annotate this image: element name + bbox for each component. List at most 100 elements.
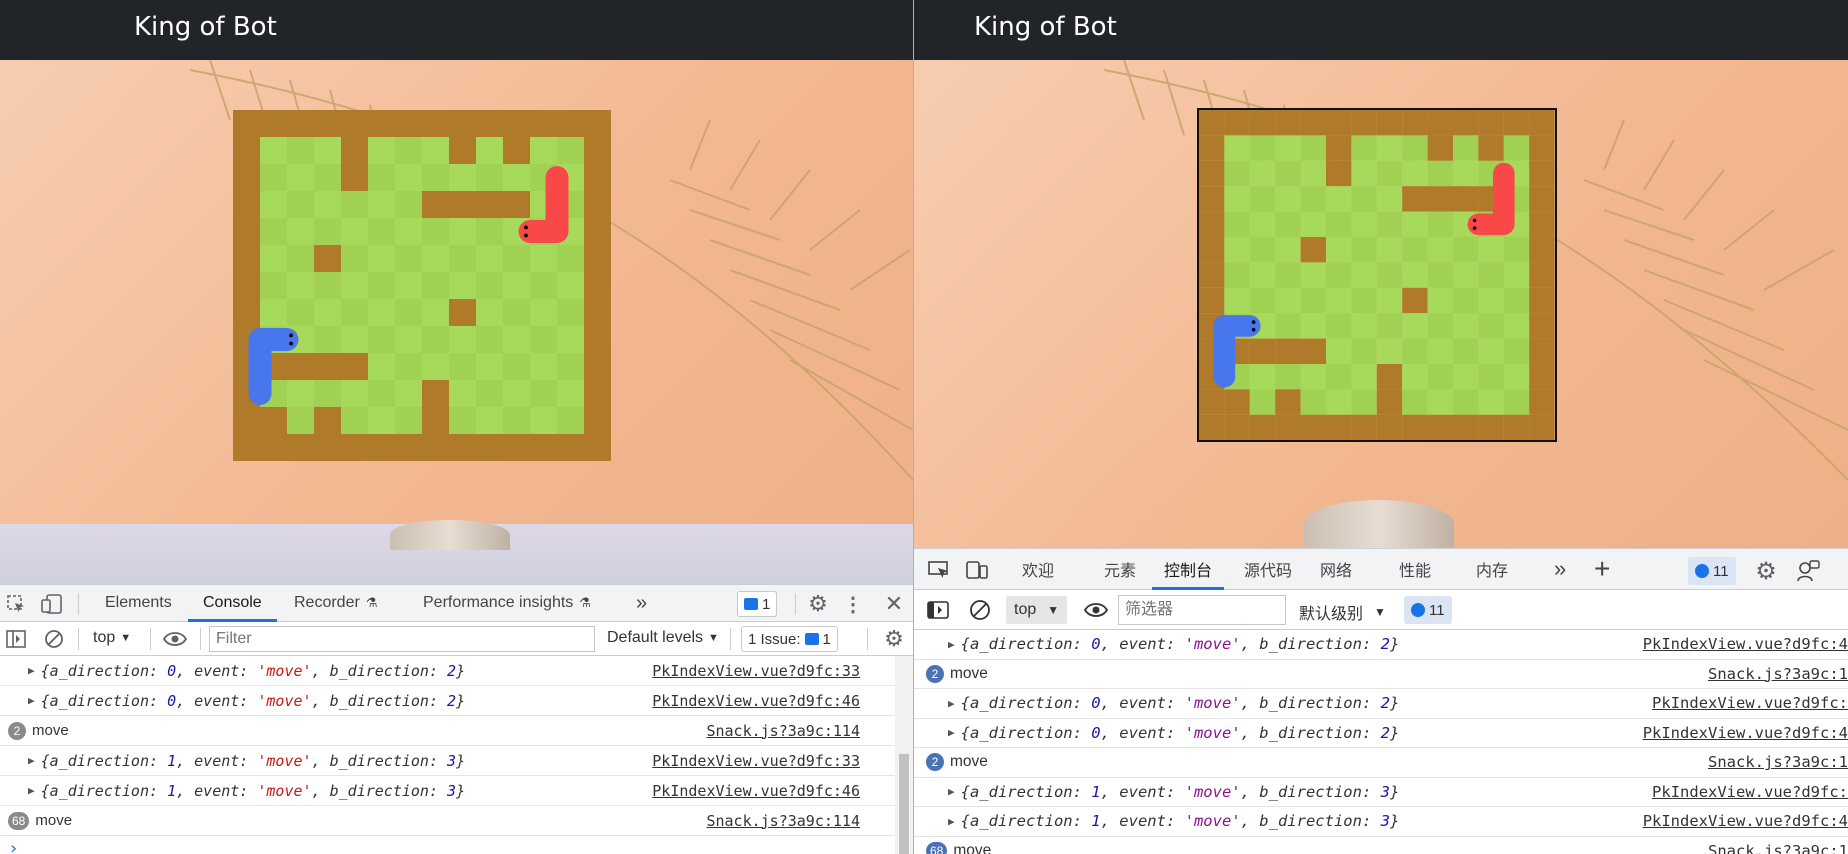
expand-caret-icon[interactable]: ▶ [948,785,955,798]
more-tabs-icon[interactable]: » [636,585,647,621]
tab-elements[interactable]: 元素 [1104,549,1136,589]
context-selector[interactable]: top ▼ [93,629,131,647]
source-link[interactable]: PkIndexView.vue?d9fc:4 [1643,724,1848,742]
app-brand[interactable]: King of Bot [974,12,1117,42]
wall-cell [1529,287,1555,314]
close-icon[interactable]: ✕ [882,591,906,616]
console-object-row[interactable]: ▶ {a_direction: 0, event: 'move', b_direc… [914,630,1848,660]
tab-console[interactable]: 控制台 [1152,549,1225,590]
wall-cell [287,110,314,137]
expand-caret-icon[interactable]: ▶ [28,784,35,797]
source-link[interactable]: Snack.js?3a9c:114 [706,722,860,740]
repeat-count-badge: 2 [926,753,944,772]
source-link[interactable]: PkIndexView.vue?d9fc:4 [1643,812,1848,830]
tab-sources[interactable]: 源代码 [1244,549,1292,589]
source-link[interactable]: PkIndexView.vue?d9fc:33 [652,752,860,770]
issues-counter-button[interactable]: 11 [1404,596,1452,624]
log-levels-dropdown[interactable]: 默认级别 ▼ [1299,600,1386,624]
console-object-row[interactable]: ▶ {a_direction: 1, event: 'move', b_direc… [914,778,1848,807]
source-link[interactable]: PkIndexView.vue?d9fc:4 [1643,635,1848,653]
grass-cell [1503,338,1530,364]
console-object-row[interactable]: ▶ {a_direction: 0, event: 'move', b_direc… [914,689,1848,719]
source-link[interactable]: PkIndexView.vue?d9fc:46 [652,782,860,800]
console-object-row[interactable]: ▶ {a_direction: 1, event: 'move', b_direc… [0,776,895,806]
device-toolbar-icon[interactable] [40,592,64,616]
console-object-row[interactable]: ▶ {a_direction: 1, event: 'move', b_direc… [914,807,1848,837]
add-tool-icon[interactable]: + [1594,549,1610,589]
device-emulation-icon[interactable] [964,558,990,582]
console-object-row[interactable]: ▶ {a_direction: 0, event: 'move', b_direc… [914,719,1848,748]
console-object-row[interactable]: ▶ {a_direction: 1, event: 'move', b_direc… [0,746,895,776]
grass-cell [314,191,341,218]
tab-performance[interactable]: 性能 [1399,549,1431,589]
sidebar-toggle-icon[interactable] [4,627,28,651]
clear-console-icon[interactable] [42,627,66,651]
console-message-row[interactable]: 2 move Snack.js?3a9c:1 [914,660,1848,689]
sidebar-toggle-icon[interactable] [926,598,950,622]
expand-caret-icon[interactable]: ▶ [948,638,955,651]
row-content: ▶ {a_direction: 0, event: 'move', b_direc… [0,662,465,680]
settings-gear-icon[interactable]: ⚙ [805,591,831,616]
number-value: 2 [1380,723,1390,742]
source-link[interactable]: Snack.js?3a9c:1 [1708,842,1848,854]
tab-welcome[interactable]: 欢迎 [1022,549,1054,589]
console-object-row[interactable]: ▶ {a_direction: 0, event: 'move', b_direc… [0,686,895,716]
settings-gear-icon[interactable]: ⚙ [1752,558,1780,585]
live-expression-eye-icon[interactable] [162,627,188,651]
expand-caret-icon[interactable]: ▶ [28,754,35,767]
tab-console[interactable]: Console [188,585,277,622]
number-value: 0 [167,661,177,680]
wall-cell [233,407,260,434]
tab-recorder[interactable]: Recorder ⚗ [294,585,377,621]
tab-performance-insights[interactable]: Performance insights ⚗ [423,585,591,621]
expand-caret-icon[interactable]: ▶ [948,697,955,710]
console-filter-input[interactable] [209,626,595,652]
source-link[interactable]: PkIndexView.vue?d9fc:33 [652,662,860,680]
source-link[interactable]: Snack.js?3a9c:114 [706,812,860,830]
issues-badge[interactable]: 11 [1688,557,1736,585]
tab-network[interactable]: 网络 [1320,549,1352,589]
more-tabs-icon[interactable]: » [1554,549,1566,589]
scroll-thumb[interactable] [899,754,909,854]
source-link[interactable]: PkIndexView.vue?d9fc: [1652,783,1848,801]
console-settings-gear-icon[interactable]: ⚙ [881,626,907,651]
console-message-row[interactable]: 68 move Snack.js?3a9c:1 [914,837,1848,854]
console-filter-input[interactable] [1118,595,1286,625]
issues-badge[interactable]: 1 [737,591,778,617]
source-link[interactable]: PkIndexView.vue?d9fc: [1652,694,1848,712]
console-message-row[interactable]: 2 move Snack.js?3a9c:114 [0,716,895,746]
grass-cell [1224,160,1250,187]
console-prompt[interactable]: › [0,836,895,854]
wall-cell [584,191,611,218]
kebab-menu-icon[interactable]: ⋮ [843,592,863,616]
game-board [1197,108,1557,443]
grass-cell [1376,313,1403,339]
log-levels-dropdown[interactable]: Default levels ▼ [607,629,719,647]
expand-caret-icon[interactable]: ▶ [948,815,955,828]
live-expression-eye-icon[interactable] [1082,598,1110,622]
inspect-element-icon[interactable] [4,592,28,616]
issues-counter-button[interactable]: 1 Issue: 1 [741,626,838,652]
context-selector[interactable]: top ▼ [1006,596,1068,624]
app-brand[interactable]: King of Bot [134,12,277,42]
source-link[interactable]: Snack.js?3a9c:1 [1708,665,1848,683]
source-link[interactable]: PkIndexView.vue?d9fc:46 [652,692,860,710]
grass-cell [503,326,530,353]
tab-elements[interactable]: Elements [105,585,172,621]
grass-cell [503,407,530,434]
tab-memory[interactable]: 内存 [1476,549,1508,589]
feedback-icon[interactable] [1794,558,1822,584]
grass-cell [422,353,449,380]
console-message-row[interactable]: 2 move Snack.js?3a9c:1 [914,748,1848,778]
source-link[interactable]: Snack.js?3a9c:1 [1708,753,1848,771]
console-message-row[interactable]: 68 move Snack.js?3a9c:114 [0,806,895,836]
expand-caret-icon[interactable]: ▶ [28,664,35,677]
console-object-row[interactable]: ▶ {a_direction: 0, event: 'move', b_direc… [0,656,895,686]
expand-caret-icon[interactable]: ▶ [28,694,35,707]
expand-caret-icon[interactable]: ▶ [948,726,955,739]
inspect-element-icon[interactable] [926,558,952,582]
console-scrollbar[interactable] [895,656,913,854]
grass-cell [1249,135,1276,161]
grass-cell [341,326,368,353]
clear-console-icon[interactable] [968,598,992,622]
